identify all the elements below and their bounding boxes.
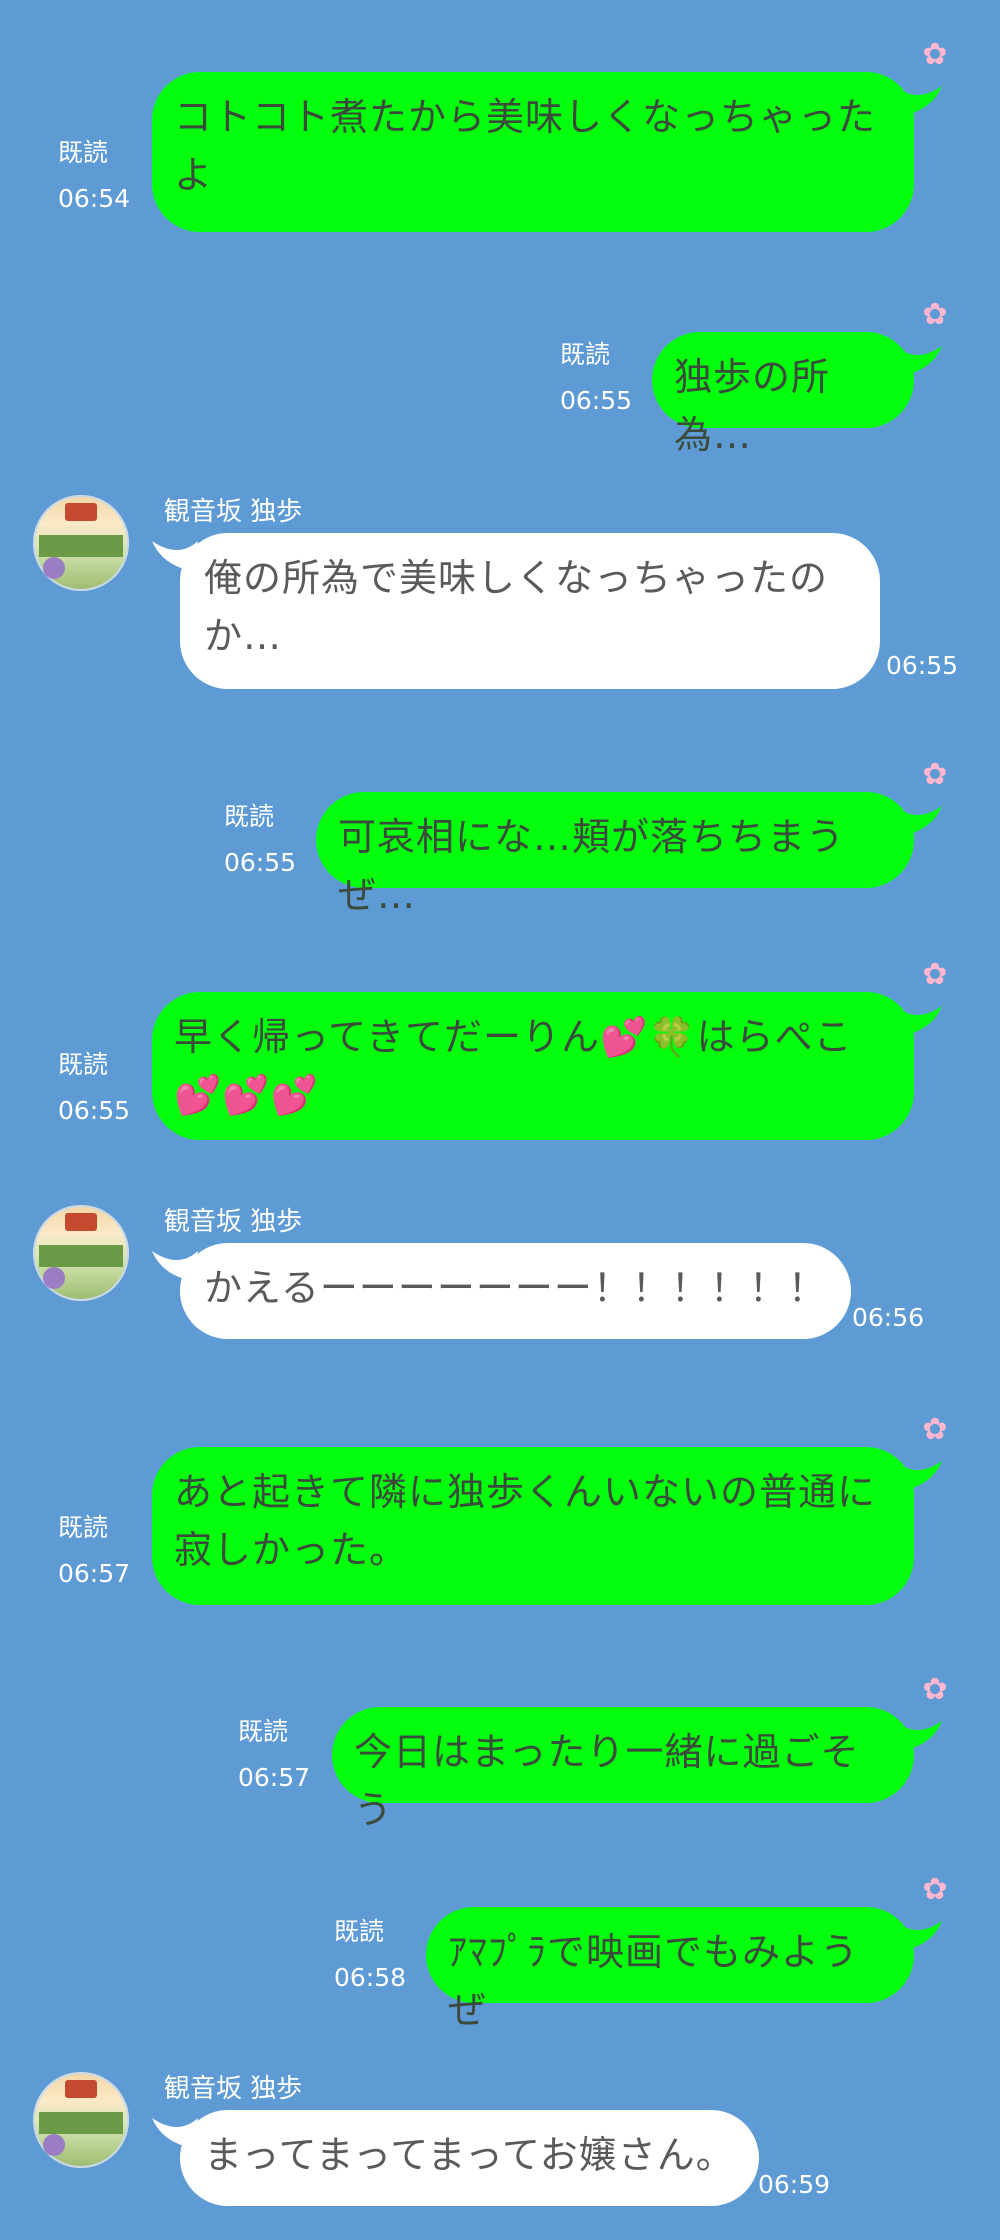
- outgoing-message-bubble[interactable]: 可哀相にな…頬が落ちちまうぜ…: [316, 792, 914, 917]
- message-row-out: ✿ コトコト煮たから美味しくなっちゃったよ 既読 06:54: [0, 40, 1000, 240]
- timestamp: 06:55: [886, 651, 959, 680]
- incoming-message-bubble[interactable]: 俺の所為で美味しくなっちゃったのか…: [180, 533, 880, 689]
- message-text: 可哀相にな…頬が落ちちまうぜ…: [338, 815, 846, 917]
- read-receipt: 既読 06:55: [58, 1048, 130, 1128]
- message-text: 早く帰ってきてだーりん: [174, 1015, 600, 1059]
- sender-name: 観音坂 独歩: [164, 497, 303, 527]
- avatar-label: [39, 1245, 123, 1267]
- timestamp: 06:55: [560, 386, 633, 415]
- avatar-cap: [65, 2080, 97, 2098]
- avatar-cap: [65, 1213, 97, 1231]
- avatar-flower: [43, 557, 65, 579]
- timestamp: 06:54: [58, 184, 131, 213]
- outgoing-message-bubble[interactable]: 今日はまったり一緒に過ごそう: [332, 1707, 914, 1832]
- message-row-in: 観音坂 独歩 俺の所為で美味しくなっちゃったのか… 06:55: [0, 495, 1000, 695]
- read-label: 既読: [58, 138, 109, 167]
- sakura-flower-icon[interactable]: ✿: [920, 760, 950, 790]
- incoming-message-bubble[interactable]: まってまってまってお嬢さん。: [180, 2110, 759, 2206]
- sakura-flower-icon[interactable]: ✿: [920, 960, 950, 990]
- avatar-label: [39, 535, 123, 557]
- timestamp: 06:58: [334, 1963, 407, 1992]
- jasmine-tea-bottle-avatar[interactable]: [33, 2072, 129, 2168]
- avatar-cap: [65, 503, 97, 521]
- read-receipt: 既読 06:55: [224, 800, 296, 880]
- heart-icon: 💕: [599, 1015, 649, 1059]
- read-label: 既読: [58, 1050, 109, 1079]
- sakura-flower-icon[interactable]: ✿: [920, 1875, 950, 1905]
- message-row-out: ✿ 可哀相にな…頬が落ちちまうぜ… 既読 06:55: [0, 760, 1000, 918]
- message-text: コトコト煮たから美味しくなっちゃったよ: [174, 95, 877, 197]
- message-text: 俺の所為で美味しくなっちゃったのか…: [204, 556, 829, 658]
- message-text: ｱﾏﾌﾟﾗで映画でもみようぜ: [448, 1930, 860, 2032]
- jasmine-tea-bottle-avatar[interactable]: [33, 1205, 129, 1301]
- outgoing-message-bubble[interactable]: コトコト煮たから美味しくなっちゃったよ: [152, 72, 914, 232]
- message-text: はらぺこ: [696, 1015, 853, 1059]
- jasmine-tea-bottle-avatar[interactable]: [33, 495, 129, 591]
- timestamp: 06:55: [224, 848, 297, 877]
- incoming-message-bubble[interactable]: かえるーーーーーーー！！！！！！: [180, 1243, 851, 1339]
- message-row-in: 観音坂 独歩 かえるーーーーーーー！！！！！！ 06:56: [0, 1205, 1000, 1355]
- sender-name: 観音坂 独歩: [164, 2074, 303, 2104]
- sender-name: 観音坂 独歩: [164, 1207, 303, 1237]
- message-text: 今日はまったり一緒に過ごそう: [354, 1730, 860, 1832]
- message-text: あと起きて隣に独歩くんいないの普通に寂しかった。: [174, 1470, 877, 1572]
- read-label: 既読: [224, 802, 275, 831]
- message-row-out: ✿ ｱﾏﾌﾟﾗで映画でもみようぜ 既読 06:58: [0, 1875, 1000, 2033]
- message-row-out: ✿ 早く帰ってきてだーりん💕🍀はらぺこ 💕💕💕 既読 06:55: [0, 960, 1000, 1150]
- message-row-out: ✿ 今日はまったり一緒に過ごそう 既読 06:57: [0, 1675, 1000, 1833]
- avatar-flower: [43, 1267, 65, 1289]
- message-text: 独歩の所為…: [674, 355, 831, 457]
- outgoing-message-bubble[interactable]: あと起きて隣に独歩くんいないの普通に寂しかった。: [152, 1447, 914, 1605]
- sakura-flower-icon[interactable]: ✿: [920, 1415, 950, 1445]
- read-receipt: 既読 06:57: [238, 1715, 310, 1795]
- message-text: まってまってまってお嬢さん。: [204, 2133, 735, 2177]
- timestamp: 06:55: [58, 1096, 131, 1125]
- read-receipt: 既読 06:57: [58, 1511, 130, 1591]
- timestamp: 06:59: [758, 2170, 831, 2199]
- read-receipt: 既読 06:58: [334, 1915, 406, 1995]
- timestamp: 06:57: [238, 1763, 311, 1792]
- read-receipt: 既読 06:54: [58, 136, 130, 216]
- read-receipt: 既読 06:55: [560, 338, 632, 418]
- message-row-out: ✿ あと起きて隣に独歩くんいないの普通に寂しかった。 既読 06:57: [0, 1415, 1000, 1615]
- sakura-flower-icon[interactable]: ✿: [920, 1675, 950, 1705]
- sakura-flower-icon[interactable]: ✿: [920, 300, 950, 330]
- message-row-out: ✿ 独歩の所為… 既読 06:55: [0, 300, 1000, 458]
- avatar-label: [39, 2112, 123, 2134]
- outgoing-message-bubble[interactable]: ｱﾏﾌﾟﾗで映画でもみようぜ: [426, 1907, 914, 2032]
- message-text: かえるーーーーーーー！！！！！！: [204, 1266, 827, 1310]
- read-label: 既読: [238, 1717, 289, 1746]
- timestamp: 06:57: [58, 1559, 131, 1588]
- outgoing-message-bubble[interactable]: 独歩の所為…: [652, 332, 914, 457]
- read-label: 既読: [58, 1513, 109, 1542]
- read-label: 既読: [560, 340, 611, 369]
- timestamp: 06:56: [852, 1303, 925, 1332]
- read-label: 既読: [334, 1917, 385, 1946]
- outgoing-message-bubble[interactable]: 早く帰ってきてだーりん💕🍀はらぺこ 💕💕💕: [152, 992, 914, 1140]
- avatar-flower: [43, 2134, 65, 2156]
- clover-icon: 🍀: [648, 1015, 697, 1059]
- sakura-flower-icon[interactable]: ✿: [920, 40, 950, 70]
- hearts-icon: 💕💕💕: [174, 1073, 319, 1117]
- message-row-in: 観音坂 独歩 まってまってまってお嬢さん。 06:59: [0, 2072, 1000, 2222]
